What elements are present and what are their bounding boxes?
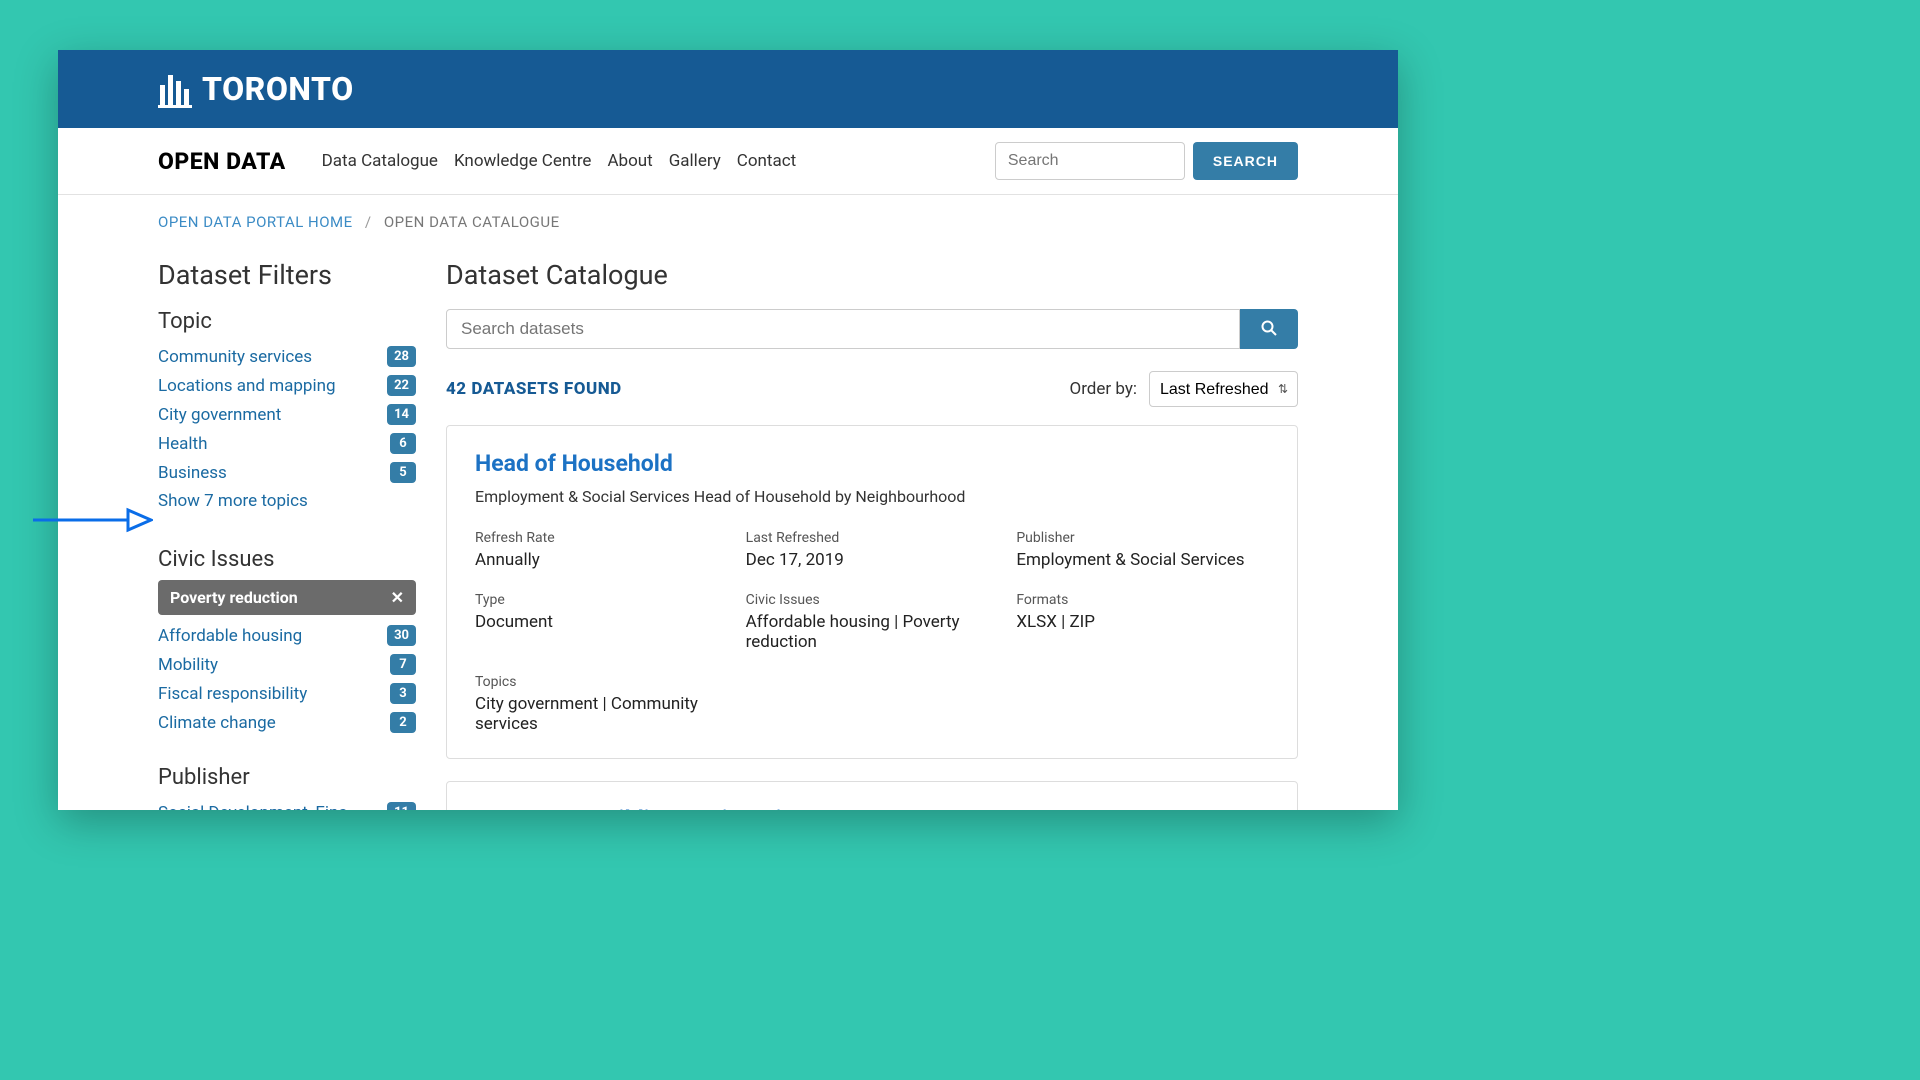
filters-sidebar: Dataset Filters Topic Community services… bbox=[158, 259, 416, 810]
breadcrumb-separator: / bbox=[365, 213, 372, 231]
filter-count: 14 bbox=[387, 404, 416, 425]
meta-val: Annually bbox=[475, 550, 728, 570]
app-window: Toronto OPEN DATA Data Catalogue Knowled… bbox=[58, 50, 1398, 810]
pointer-arrow-annotation bbox=[33, 505, 153, 539]
logo: Toronto bbox=[158, 69, 354, 109]
filter-heading-topic: Topic bbox=[158, 309, 416, 334]
logo-text: Toronto bbox=[202, 70, 354, 108]
catalogue-title: Dataset Catalogue bbox=[446, 259, 1298, 291]
dataset-card: Head of Household Employment & Social Se… bbox=[446, 425, 1298, 759]
filter-civic-affordable-housing[interactable]: Affordable housing bbox=[158, 626, 302, 646]
filter-topic-health[interactable]: Health bbox=[158, 434, 207, 454]
meta-val: Dec 17, 2019 bbox=[746, 550, 999, 570]
nav-links: Data Catalogue Knowledge Centre About Ga… bbox=[322, 151, 797, 171]
filter-count: 30 bbox=[387, 625, 416, 646]
dataset-description: Employment & Social Services Head of Hou… bbox=[475, 487, 1269, 506]
nav-link-gallery[interactable]: Gallery bbox=[669, 151, 721, 171]
nav-bar: OPEN DATA Data Catalogue Knowledge Centr… bbox=[58, 128, 1398, 195]
orderby-label: Order by: bbox=[1070, 379, 1138, 399]
breadcrumb: OPEN DATA PORTAL HOME / OPEN DATA CATALO… bbox=[58, 195, 1398, 241]
dataset-search-button[interactable] bbox=[1240, 309, 1298, 349]
remove-filter-icon[interactable]: ✕ bbox=[391, 588, 404, 607]
top-search-button[interactable]: SEARCH bbox=[1193, 142, 1298, 180]
dataset-title-link[interactable]: Apartment Building Registration bbox=[475, 806, 1269, 810]
meta-val: Document bbox=[475, 612, 728, 632]
meta-key: Civic Issues bbox=[746, 592, 999, 608]
filters-title: Dataset Filters bbox=[158, 259, 416, 291]
filter-count: 3 bbox=[390, 683, 416, 704]
filter-publisher-social-development[interactable]: Social Development, Finance... bbox=[158, 803, 368, 811]
filter-topic-city-government[interactable]: City government bbox=[158, 405, 281, 425]
brand-header: Toronto bbox=[58, 50, 1398, 128]
breadcrumb-home[interactable]: OPEN DATA PORTAL HOME bbox=[158, 213, 353, 231]
filter-topic-locations-mapping[interactable]: Locations and mapping bbox=[158, 376, 336, 396]
results-count: 42 DATASETS FOUND bbox=[446, 379, 622, 399]
breadcrumb-current: OPEN DATA CATALOGUE bbox=[384, 213, 560, 231]
orderby-select[interactable]: Last Refreshed bbox=[1149, 371, 1298, 407]
site-title: OPEN DATA bbox=[158, 148, 286, 175]
filter-civic-fiscal-responsibility[interactable]: Fiscal responsibility bbox=[158, 684, 307, 704]
filter-count: 28 bbox=[387, 346, 416, 367]
active-filter-label: Poverty reduction bbox=[170, 588, 298, 607]
filter-civic-climate-change[interactable]: Climate change bbox=[158, 713, 276, 733]
meta-val: Affordable housing | Poverty reduction bbox=[746, 612, 999, 652]
nav-link-contact[interactable]: Contact bbox=[737, 151, 796, 171]
dataset-search-input[interactable] bbox=[446, 309, 1240, 349]
nav-link-about[interactable]: About bbox=[607, 151, 652, 171]
meta-key: Last Refreshed bbox=[746, 530, 999, 546]
show-more-topics[interactable]: Show 7 more topics bbox=[158, 487, 416, 515]
meta-key: Formats bbox=[1016, 592, 1269, 608]
filter-count: 11 bbox=[387, 802, 416, 810]
filter-topic-business[interactable]: Business bbox=[158, 463, 227, 483]
meta-key: Publisher bbox=[1016, 530, 1269, 546]
meta-key: Refresh Rate bbox=[475, 530, 728, 546]
filter-count: 6 bbox=[390, 433, 416, 454]
meta-val: City government | Community services bbox=[475, 694, 728, 734]
meta-val: XLSX | ZIP bbox=[1016, 612, 1269, 632]
filter-count: 2 bbox=[390, 712, 416, 733]
meta-key: Type bbox=[475, 592, 728, 608]
meta-key: Topics bbox=[475, 674, 728, 690]
filter-count: 7 bbox=[390, 654, 416, 675]
catalogue-content: Dataset Catalogue 42 DATASETS FOUND Orde… bbox=[446, 259, 1298, 810]
nav-link-data-catalogue[interactable]: Data Catalogue bbox=[322, 151, 438, 171]
dataset-title-link[interactable]: Head of Household bbox=[475, 450, 1269, 477]
filter-count: 22 bbox=[387, 375, 416, 396]
nav-link-knowledge-centre[interactable]: Knowledge Centre bbox=[454, 151, 592, 171]
filter-count: 5 bbox=[390, 462, 416, 483]
filter-civic-mobility[interactable]: Mobility bbox=[158, 655, 218, 675]
filter-topic-community-services[interactable]: Community services bbox=[158, 347, 312, 367]
filter-heading-publisher: Publisher bbox=[158, 765, 416, 790]
search-icon bbox=[1261, 320, 1277, 339]
top-search-input[interactable] bbox=[995, 142, 1185, 180]
meta-val: Employment & Social Services bbox=[1016, 550, 1269, 570]
filter-heading-civic-issues: Civic Issues bbox=[158, 547, 416, 572]
active-filter-poverty-reduction[interactable]: Poverty reduction ✕ bbox=[158, 580, 416, 615]
toronto-logo-icon bbox=[158, 69, 192, 109]
dataset-card: Apartment Building Registration bbox=[446, 781, 1298, 810]
